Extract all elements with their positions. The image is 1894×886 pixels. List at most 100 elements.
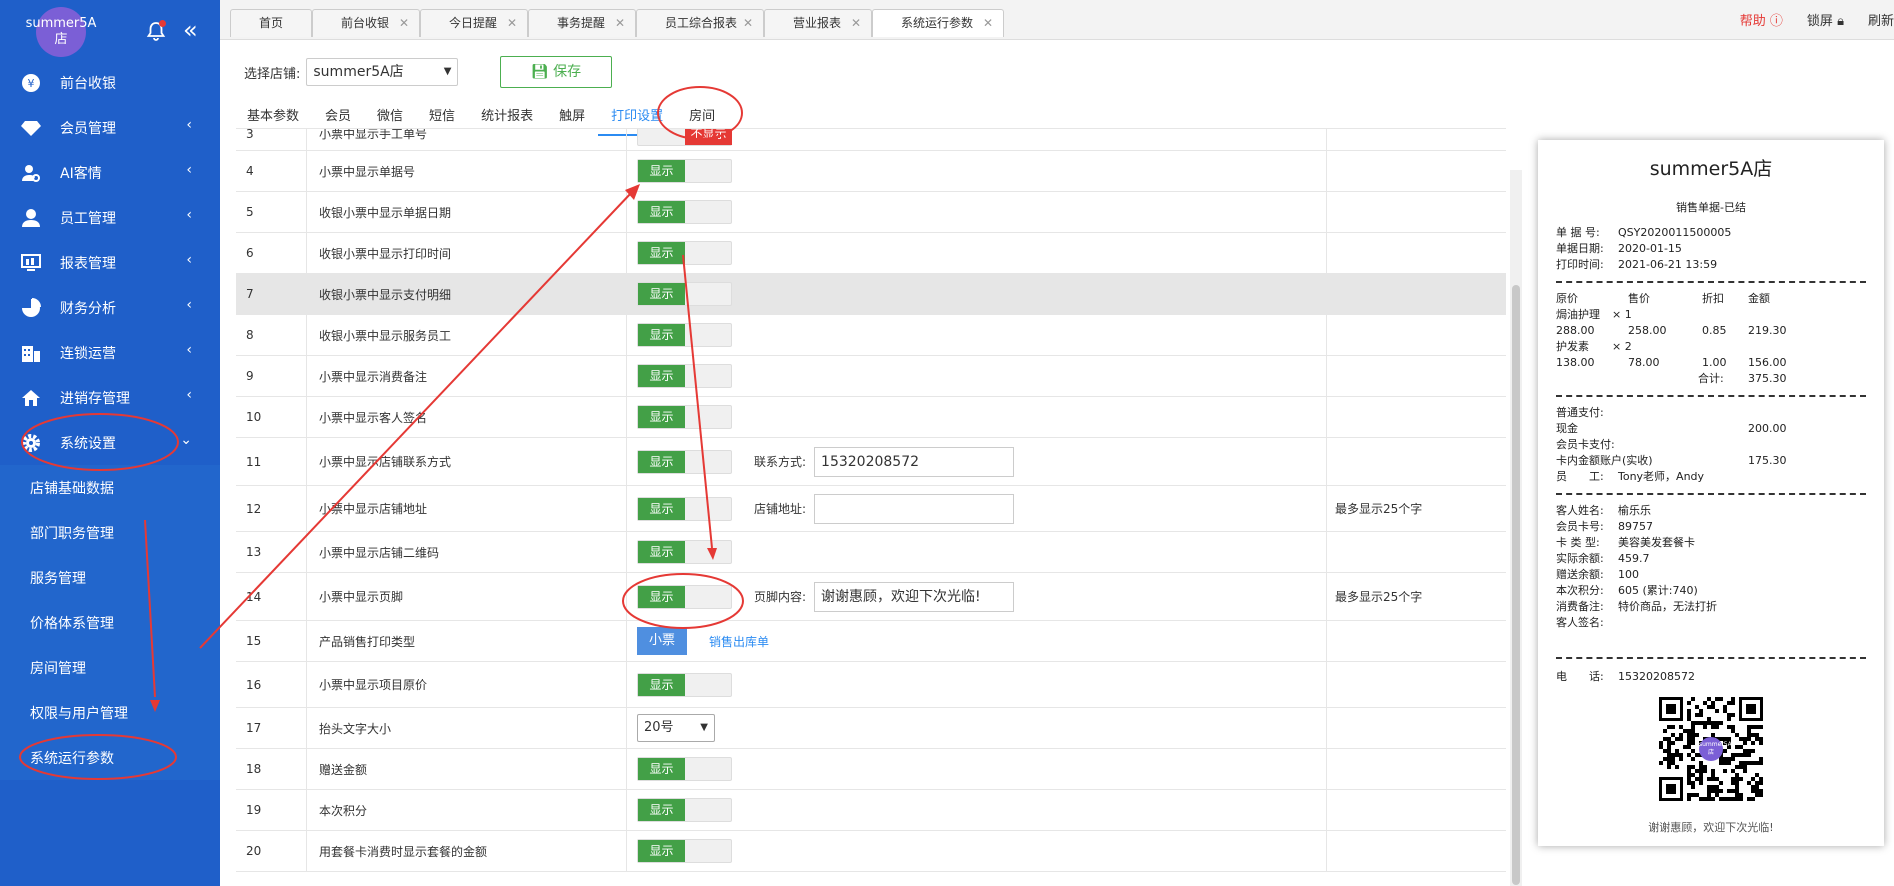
print-type-link[interactable]: 销售出库单 xyxy=(709,633,769,650)
notification-dot xyxy=(159,20,166,27)
close-icon[interactable]: ✕ xyxy=(983,10,993,37)
bell-icon[interactable] xyxy=(145,20,167,42)
receipt-member-line: 赠送余额: 100 xyxy=(1556,567,1866,583)
row-number: 18 xyxy=(246,762,262,776)
row-control: 显示 xyxy=(626,831,1326,871)
receipt-staff: 员 工: Tony老师，Andy xyxy=(1556,469,1866,485)
save-button[interactable]: 💾︎ 保存 xyxy=(500,56,612,88)
lock-button[interactable]: 锁屏 🔒︎ xyxy=(1807,10,1844,29)
sidebar-item-inventory[interactable]: 进销存管理 ‹ xyxy=(0,375,220,420)
submenu-room[interactable]: 房间管理 xyxy=(0,645,220,690)
display-toggle[interactable]: 显示 xyxy=(637,672,732,697)
sidebar-item-system-settings[interactable]: 系统设置 ⌄ xyxy=(0,420,220,465)
submenu-permissions[interactable]: 权限与用户管理 xyxy=(0,690,220,735)
pay-key: 普通支付: xyxy=(1556,406,1604,419)
display-toggle[interactable]: 显示 xyxy=(637,364,732,388)
info-value: QSY2020011500005 xyxy=(1618,226,1732,239)
sidebar-item-members[interactable]: 会员管理 ‹ xyxy=(0,105,220,150)
sidebar-item-finance[interactable]: 财务分析 ‹ xyxy=(0,285,220,330)
receipt-item-values: 288.00 258.00 0.85 219.30 xyxy=(1556,323,1866,339)
display-toggle[interactable]: 显示 xyxy=(637,540,732,564)
divider xyxy=(1556,493,1866,495)
info-key: 打印时间: xyxy=(1556,258,1604,271)
row-note xyxy=(1326,790,1506,830)
display-toggle[interactable]: 显示 xyxy=(637,282,732,306)
submenu-service[interactable]: 服务管理 xyxy=(0,555,220,600)
member-value: 605 (累计:740) xyxy=(1618,584,1698,597)
display-toggle[interactable]: 显示 xyxy=(637,323,732,347)
sidebar-item-ai[interactable]: AI客情 ‹ xyxy=(0,150,220,195)
tab-business-report[interactable]: 营业报表 ✕ xyxy=(764,9,872,37)
close-icon[interactable]: ✕ xyxy=(399,10,409,37)
member-value: 89757 xyxy=(1618,520,1653,533)
header-price: 售价 xyxy=(1628,292,1650,305)
item-discount: 0.85 xyxy=(1702,324,1727,337)
toggle-label: 显示 xyxy=(638,324,685,346)
display-toggle[interactable]: 显示 xyxy=(637,798,732,822)
row-setting-name: 产品销售打印类型 xyxy=(306,621,626,661)
help-button[interactable]: 帮助 ⓘ xyxy=(1740,10,1783,29)
chevron-left-icon: ‹ xyxy=(186,297,192,313)
display-toggle[interactable]: 显示 xyxy=(637,241,732,265)
info-key: 单 据 号: xyxy=(1556,226,1600,239)
display-toggle[interactable]: 显示 xyxy=(637,449,732,474)
row-note xyxy=(1326,315,1506,355)
scrollbar-thumb[interactable] xyxy=(1512,285,1520,885)
tab-affairs[interactable]: 事务提醒 ✕ xyxy=(528,9,636,37)
display-toggle[interactable]: 显示 xyxy=(637,405,732,429)
print-type-button[interactable]: 小票 xyxy=(637,627,687,655)
display-toggle[interactable]: 显示 xyxy=(637,839,732,863)
submenu-store-basic[interactable]: 店铺基础数据 xyxy=(0,465,220,510)
phone-value: 15320208572 xyxy=(1618,670,1695,683)
submenu-department[interactable]: 部门职务管理 xyxy=(0,510,220,555)
row-setting-name: 小票中显示页脚 xyxy=(306,573,626,620)
receipt-phone: 电 话: 15320208572 xyxy=(1556,669,1866,685)
avatar[interactable]: summer5A店 xyxy=(26,7,96,57)
sidebar-item-cashier[interactable]: ¥ 前台收银 xyxy=(0,60,220,105)
text-input[interactable]: 15320208572 xyxy=(814,446,1015,477)
tab-home[interactable]: 首页 xyxy=(230,9,312,37)
receipt-member-line: 客人姓名: 榆乐乐 xyxy=(1556,503,1866,519)
receipt-member: 客人姓名: 榆乐乐 会员卡号: 89757 卡 类 型: 美容美发套餐卡 实际余额: 459.… xyxy=(1556,503,1866,631)
text-input[interactable]: 谢谢惠顾，欢迎下次光临! xyxy=(814,581,1015,612)
receipt-item-headers: 原价 售价 折扣 金额 xyxy=(1556,291,1866,307)
tab-staff-report[interactable]: 员工综合报表 ✕ xyxy=(636,9,764,37)
sidebar-item-chain[interactable]: 连锁运营 ‹ xyxy=(0,330,220,375)
row-number: 19 xyxy=(246,803,262,817)
header-discount: 折扣 xyxy=(1702,292,1724,305)
display-toggle[interactable]: 显示 xyxy=(637,496,732,521)
display-toggle[interactable]: 显示 xyxy=(637,159,732,183)
tab-today[interactable]: 今日提醒 ✕ xyxy=(420,9,528,37)
tab-cashier[interactable]: 前台收银 ✕ xyxy=(312,9,420,37)
phone-label: 电 话: xyxy=(1556,670,1604,683)
pay-value: 200.00 xyxy=(1748,422,1787,435)
chevron-left-icon: ‹ xyxy=(186,162,192,178)
display-toggle[interactable]: 显示 xyxy=(637,757,732,781)
close-icon[interactable]: ✕ xyxy=(743,10,753,37)
table-row: 12 小票中显示店铺地址 显示 店铺地址: 最多显示25个字 xyxy=(236,486,1506,532)
store-select[interactable]: summer5A店 ▼ xyxy=(306,58,459,86)
collapse-icon[interactable]: « xyxy=(183,15,198,45)
font-size-select[interactable]: 20号 ▼ xyxy=(637,714,715,742)
select-value: 20号 xyxy=(644,720,674,735)
sidebar-item-reports[interactable]: 报表管理 ‹ xyxy=(0,240,220,285)
submenu-system-params[interactable]: 系统运行参数 xyxy=(0,735,220,780)
close-icon[interactable]: ✕ xyxy=(851,10,861,37)
close-icon[interactable]: ✕ xyxy=(507,10,517,37)
tab-system-params[interactable]: 系统运行参数 ✕ xyxy=(872,9,1004,37)
row-control: 20号 ▼ xyxy=(626,708,1326,748)
submenu-price[interactable]: 价格体系管理 xyxy=(0,600,220,645)
display-toggle[interactable]: 不显示 xyxy=(637,129,732,146)
refresh-button[interactable]: 刷新 xyxy=(1868,10,1894,29)
display-toggle[interactable]: 显示 xyxy=(637,200,732,224)
sidebar-item-staff[interactable]: 员工管理 ‹ xyxy=(0,195,220,240)
text-input[interactable] xyxy=(814,493,1015,524)
close-icon[interactable]: ✕ xyxy=(615,10,625,37)
user-icon xyxy=(20,207,42,229)
row-note: 最多显示25个字 xyxy=(1326,486,1506,531)
member-key: 实际余额: xyxy=(1556,552,1604,565)
row-setting-name: 小票中显示手工单号 xyxy=(306,129,626,150)
scrollbar[interactable] xyxy=(1510,170,1522,886)
item-price: 78.00 xyxy=(1628,356,1660,369)
display-toggle[interactable]: 显示 xyxy=(637,584,732,609)
